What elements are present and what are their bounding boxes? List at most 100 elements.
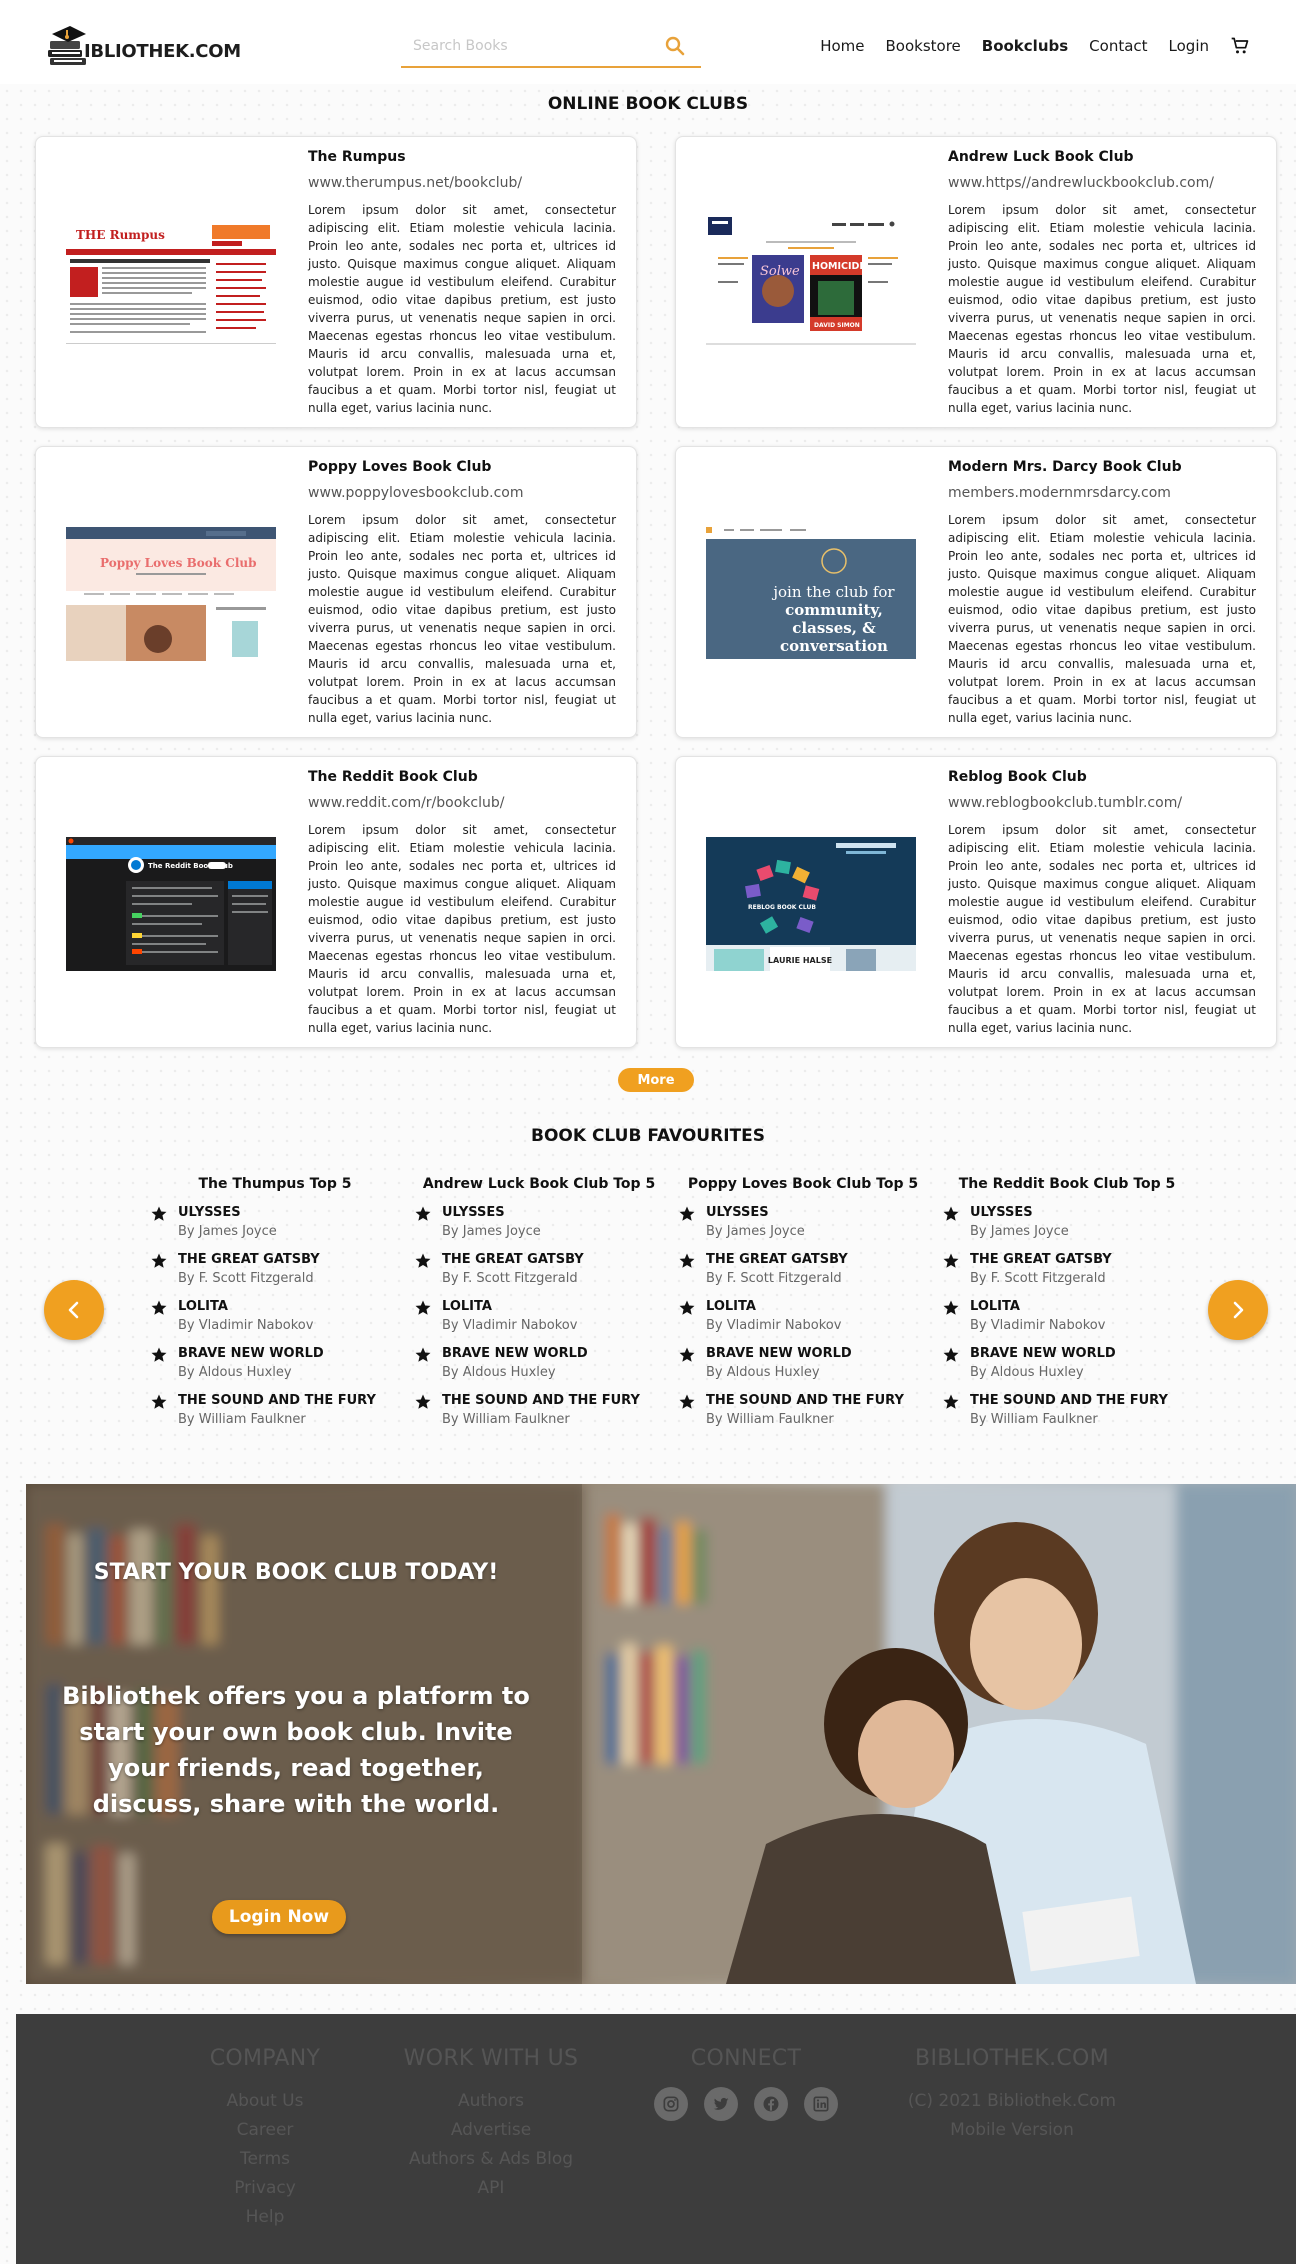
nav-contact[interactable]: Contact	[1089, 37, 1147, 55]
club-card[interactable]: THE Rumpus The Rumpus www.therumpus.net/…	[35, 136, 637, 428]
online-book-clubs-title: ONLINE BOOK CLUBS	[547, 94, 749, 114]
carousel-prev-button[interactable]	[44, 1280, 104, 1340]
club-description: Lorem ipsum dolor sit amet, consectetur …	[948, 513, 1256, 725]
favourite-book-item[interactable]: ULYSSES By James Joyce	[414, 1204, 664, 1251]
book-title[interactable]: BRAVE NEW WORLD	[706, 1345, 928, 1363]
club-url[interactable]: www.reddit.com/r/bookclub/	[308, 795, 504, 811]
favourite-book-item[interactable]: THE SOUND AND THE FURY By William Faulkne…	[678, 1392, 928, 1439]
club-url[interactable]: members.modernmrsdarcy.com	[948, 485, 1171, 501]
favourites-column-title: The Reddit Book Club Top 5	[958, 1176, 1176, 1192]
instagram-icon[interactable]	[654, 2087, 688, 2121]
nav-bookclubs[interactable]: Bookclubs	[982, 37, 1068, 55]
poppy-loves-screenshot: Poppy Loves Book Club	[66, 527, 276, 661]
star-icon	[415, 1206, 431, 1221]
book-title[interactable]: THE GREAT GATSBY	[706, 1251, 928, 1269]
favourite-book-item[interactable]: BRAVE NEW WORLD By Aldous Huxley	[150, 1345, 400, 1392]
footer-link-advertise[interactable]: Advertise	[376, 2116, 606, 2145]
favourite-book-item[interactable]: LOLITA By Vladimir Nabokov	[678, 1298, 928, 1345]
club-url[interactable]: www.https//andrewluckbookclub.com/	[948, 175, 1214, 191]
book-title[interactable]: LOLITA	[442, 1298, 664, 1316]
club-description: Lorem ipsum dolor sit amet, consectetur …	[308, 203, 616, 415]
footer-link-authors[interactable]: Authors	[376, 2087, 606, 2116]
favourite-book-item[interactable]: THE GREAT GATSBY By F. Scott Fitzgerald	[678, 1251, 928, 1298]
book-title[interactable]: THE GREAT GATSBY	[970, 1251, 1192, 1269]
favourite-book-item[interactable]: THE GREAT GATSBY By F. Scott Fitzgerald	[942, 1251, 1192, 1298]
carousel-next-button[interactable]	[1208, 1280, 1268, 1340]
book-title[interactable]: THE SOUND AND THE FURY	[970, 1392, 1192, 1410]
favourite-book-item[interactable]: LOLITA By Vladimir Nabokov	[414, 1298, 664, 1345]
favourite-book-item[interactable]: THE SOUND AND THE FURY By William Faulkne…	[414, 1392, 664, 1439]
svg-text:classes, &: classes, &	[792, 619, 876, 637]
club-card[interactable]: join the club for community, classes, & …	[675, 446, 1277, 738]
footer-heading: COMPANY	[209, 2046, 321, 2071]
club-description: Lorem ipsum dolor sit amet, consectetur …	[308, 823, 616, 1035]
nav-login[interactable]: Login	[1169, 37, 1209, 55]
club-name[interactable]: Poppy Loves Book Club	[308, 459, 491, 475]
book-title[interactable]: THE SOUND AND THE FURY	[706, 1392, 928, 1410]
footer-link-mobile-version[interactable]: Mobile Version	[892, 2116, 1132, 2145]
footer-link-blog[interactable]: Authors & Ads Blog	[376, 2145, 606, 2174]
site-logo[interactable]: IBLIOTHEK.COM	[46, 18, 241, 68]
favourite-book-item[interactable]: BRAVE NEW WORLD By Aldous Huxley	[414, 1345, 664, 1392]
favourites-title: BOOK CLUB FAVOURITES	[531, 1126, 765, 1146]
book-title[interactable]: THE SOUND AND THE FURY	[442, 1392, 664, 1410]
search-input[interactable]	[413, 38, 653, 54]
cart-icon[interactable]	[1230, 36, 1250, 56]
login-now-button[interactable]: Login Now	[212, 1900, 346, 1934]
book-title[interactable]: BRAVE NEW WORLD	[178, 1345, 400, 1363]
club-url[interactable]: www.poppylovesbookclub.com	[308, 485, 524, 501]
footer-link-about[interactable]: About Us	[170, 2087, 360, 2116]
footer-link-privacy[interactable]: Privacy	[170, 2174, 360, 2203]
club-url[interactable]: www.therumpus.net/bookclub/	[308, 175, 522, 191]
favourite-book-item[interactable]: BRAVE NEW WORLD By Aldous Huxley	[942, 1345, 1192, 1392]
club-card[interactable]: The Reddit Book Club The Reddit Book Clu…	[35, 756, 637, 1048]
club-name[interactable]: Andrew Luck Book Club	[948, 149, 1134, 165]
book-title[interactable]: BRAVE NEW WORLD	[442, 1345, 664, 1363]
club-card[interactable]: REBLOG BOOK CLUB LAURIE HALSE Reblog Boo…	[675, 756, 1277, 1048]
club-name[interactable]: The Rumpus	[308, 149, 406, 165]
footer-link-career[interactable]: Career	[170, 2116, 360, 2145]
twitter-icon[interactable]	[704, 2087, 738, 2121]
book-title[interactable]: ULYSSES	[970, 1204, 1192, 1222]
favourite-book-item[interactable]: THE SOUND AND THE FURY By William Faulkne…	[150, 1392, 400, 1439]
club-name[interactable]: Reblog Book Club	[948, 769, 1087, 785]
book-title[interactable]: THE SOUND AND THE FURY	[178, 1392, 400, 1410]
footer-link-terms[interactable]: Terms	[170, 2145, 360, 2174]
footer-link-api[interactable]: API	[376, 2174, 606, 2203]
book-title[interactable]: THE GREAT GATSBY	[178, 1251, 400, 1269]
book-title[interactable]: ULYSSES	[178, 1204, 400, 1222]
book-title[interactable]: ULYSSES	[706, 1204, 928, 1222]
club-name[interactable]: The Reddit Book Club	[308, 769, 478, 785]
book-title[interactable]: LOLITA	[178, 1298, 400, 1316]
club-url[interactable]: www.reblogbookclub.tumblr.com/	[948, 795, 1182, 811]
favourite-book-item[interactable]: ULYSSES By James Joyce	[678, 1204, 928, 1251]
book-title[interactable]: ULYSSES	[442, 1204, 664, 1222]
book-title[interactable]: LOLITA	[706, 1298, 928, 1316]
facebook-icon[interactable]	[754, 2087, 788, 2121]
footer-link-help[interactable]: Help	[170, 2203, 360, 2232]
search-icon[interactable]	[663, 34, 687, 58]
linkedin-icon[interactable]	[804, 2087, 838, 2121]
favourite-book-item[interactable]: ULYSSES By James Joyce	[942, 1204, 1192, 1251]
favourite-book-item[interactable]: LOLITA By Vladimir Nabokov	[942, 1298, 1192, 1345]
book-title[interactable]: BRAVE NEW WORLD	[970, 1345, 1192, 1363]
book-title[interactable]: THE GREAT GATSBY	[442, 1251, 664, 1269]
nav-home[interactable]: Home	[820, 37, 864, 55]
book-author: By Vladimir Nabokov	[706, 1318, 842, 1333]
club-name[interactable]: Modern Mrs. Darcy Book Club	[948, 459, 1182, 475]
star-icon	[415, 1394, 431, 1409]
favourite-book-item[interactable]: ULYSSES By James Joyce	[150, 1204, 400, 1251]
favourite-book-item[interactable]: THE GREAT GATSBY By F. Scott Fitzgerald	[150, 1251, 400, 1298]
nav-bookstore[interactable]: Bookstore	[885, 37, 960, 55]
book-author: By William Faulkner	[442, 1412, 570, 1427]
favourite-book-item[interactable]: LOLITA By Vladimir Nabokov	[150, 1298, 400, 1345]
book-title[interactable]: LOLITA	[970, 1298, 1192, 1316]
favourite-book-item[interactable]: THE SOUND AND THE FURY By William Faulkne…	[942, 1392, 1192, 1439]
favourite-book-item[interactable]: BRAVE NEW WORLD By Aldous Huxley	[678, 1345, 928, 1392]
favourite-book-item[interactable]: THE GREAT GATSBY By F. Scott Fitzgerald	[414, 1251, 664, 1298]
star-icon	[151, 1253, 167, 1268]
club-card[interactable]: Solwe HOMICIDE DAVID SIMON Andrew Luck B…	[675, 136, 1277, 428]
darcy-headline: join the club for	[771, 583, 895, 601]
club-card[interactable]: Poppy Loves Book Club Poppy Loves Book C…	[35, 446, 637, 738]
more-button[interactable]: More	[618, 1068, 694, 1092]
